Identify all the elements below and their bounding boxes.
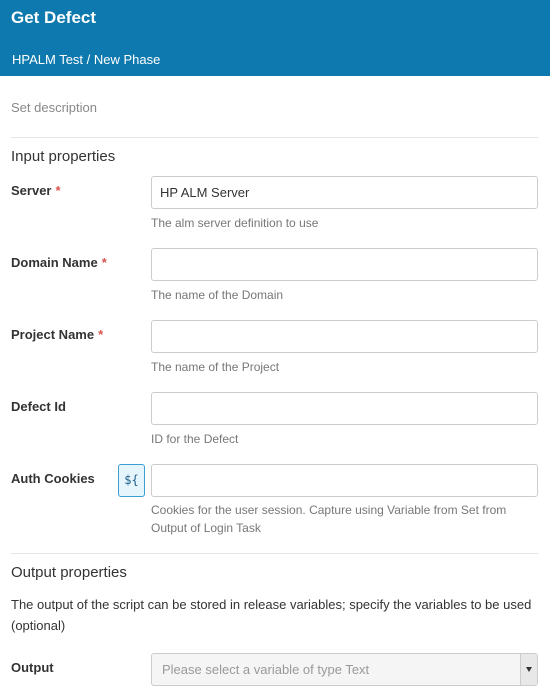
required-marker: * (101, 255, 107, 270)
input-properties-heading: Input properties (11, 148, 116, 165)
header-bar: Get Defect HPALM Test / New Phase (0, 0, 550, 76)
auth-cookies-input[interactable] (151, 464, 538, 497)
server-help: The alm server definition to use (151, 216, 319, 230)
project-name-input[interactable] (151, 320, 538, 353)
defect-id-label: Defect Id (11, 399, 66, 414)
chevron-down-icon[interactable] (520, 654, 537, 685)
divider (11, 137, 538, 138)
defect-id-help: ID for the Defect (151, 432, 239, 446)
description-field[interactable]: Set description (11, 100, 97, 115)
project-name-label: Project Name * (11, 327, 104, 342)
domain-name-input[interactable] (151, 248, 538, 281)
auth-cookies-help: Cookies for the user session. Capture us… (151, 503, 507, 535)
project-name-help: The name of the Project (151, 360, 280, 374)
required-marker: * (98, 327, 104, 342)
variable-toggle-button[interactable]: ${ (118, 464, 145, 497)
server-input[interactable] (151, 176, 538, 209)
output-select-placeholder: Please select a variable of type Text (162, 662, 370, 677)
output-properties-heading: Output properties (11, 564, 127, 581)
output-label: Output (11, 660, 54, 675)
auth-cookies-label: Auth Cookies (11, 471, 95, 486)
task-title: Get Defect (11, 8, 97, 27)
domain-name-help: The name of the Domain (151, 288, 284, 302)
domain-name-label: Domain Name * (11, 255, 107, 270)
required-marker: * (55, 183, 61, 198)
defect-id-input[interactable] (151, 392, 538, 425)
server-label: Server * (11, 183, 61, 198)
output-description: The output of the script can be stored i… (11, 597, 532, 633)
breadcrumb: HPALM Test / New Phase (12, 52, 161, 67)
output-variable-select[interactable]: Please select a variable of type Text (151, 653, 538, 686)
divider (11, 553, 538, 554)
